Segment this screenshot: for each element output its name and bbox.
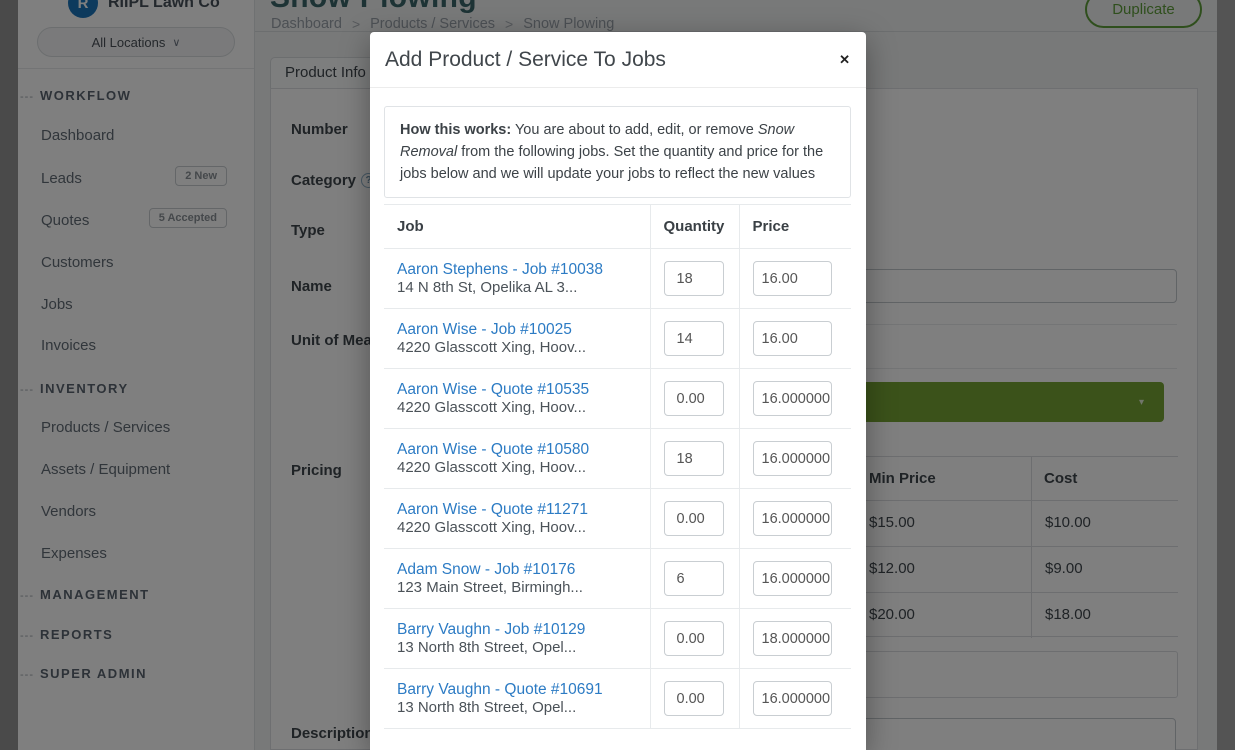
job-column-header: Job [384,205,650,249]
quantity-input[interactable] [664,321,724,356]
price-input[interactable] [753,501,832,536]
note-text1: You are about to add, edit, or remove [511,122,758,138]
job-link[interactable]: Aaron Stephens - Job #10038 [397,261,637,279]
job-link[interactable]: Aaron Wise - Quote #10580 [397,441,637,459]
job-address: 4220 Glasscott Xing, Hoov... [397,459,637,476]
price-input[interactable] [753,441,832,476]
price-input[interactable] [753,681,832,716]
job-link[interactable]: Aaron Wise - Job #10025 [397,321,637,339]
price-input[interactable] [753,261,832,296]
job-row: Barry Vaughn - Quote #1069113 North 8th … [384,669,851,729]
jobs-table: Job Quantity Price Aaron Stephens - Job … [384,204,851,729]
note-text2: from the following jobs. Set the quantit… [400,144,823,182]
modal-header: Add Product / Service To Jobs ✕ [370,32,866,88]
quantity-column-header: Quantity [650,205,739,249]
quantity-input[interactable] [664,681,724,716]
quantity-input[interactable] [664,261,724,296]
how-this-works-note: How this works: You are about to add, ed… [384,106,851,198]
job-address: 14 N 8th St, Opelika AL 3... [397,279,637,296]
quantity-input[interactable] [664,501,724,536]
price-input[interactable] [753,561,832,596]
quantity-input[interactable] [664,621,724,656]
quantity-input[interactable] [664,561,724,596]
job-row: Aaron Stephens - Job #1003814 N 8th St, … [384,249,851,309]
job-address: 4220 Glasscott Xing, Hoov... [397,399,637,416]
quantity-input[interactable] [664,441,724,476]
job-row: Aaron Wise - Quote #105354220 Glasscott … [384,369,851,429]
job-address: 4220 Glasscott Xing, Hoov... [397,519,637,536]
job-row: Adam Snow - Job #10176123 Main Street, B… [384,549,851,609]
job-row: Barry Vaughn - Job #1012913 North 8th St… [384,609,851,669]
price-input[interactable] [753,381,832,416]
job-address: 123 Main Street, Birmingh... [397,579,637,596]
jobs-table-header-row: Job Quantity Price [384,205,851,249]
job-address: 13 North 8th Street, Opel... [397,699,637,716]
price-input[interactable] [753,621,832,656]
job-link[interactable]: Aaron Wise - Quote #11271 [397,501,637,519]
job-row: Aaron Wise - Job #100254220 Glasscott Xi… [384,309,851,369]
job-link[interactable]: Aaron Wise - Quote #10535 [397,381,637,399]
job-link[interactable]: Barry Vaughn - Quote #10691 [397,681,637,699]
job-link[interactable]: Adam Snow - Job #10176 [397,561,637,579]
close-icon[interactable]: ✕ [839,53,850,66]
add-product-service-modal: Add Product / Service To Jobs ✕ How this… [370,32,866,750]
modal-title: Add Product / Service To Jobs [385,48,666,72]
job-row: Aaron Wise - Quote #105804220 Glasscott … [384,429,851,489]
modal-body: How this works: You are about to add, ed… [370,88,866,729]
job-address: 13 North 8th Street, Opel... [397,639,637,656]
price-column-header: Price [739,205,851,249]
price-input[interactable] [753,321,832,356]
job-link[interactable]: Barry Vaughn - Job #10129 [397,621,637,639]
note-bold: How this works: [400,122,511,138]
job-address: 4220 Glasscott Xing, Hoov... [397,339,637,356]
quantity-input[interactable] [664,381,724,416]
job-row: Aaron Wise - Quote #112714220 Glasscott … [384,489,851,549]
